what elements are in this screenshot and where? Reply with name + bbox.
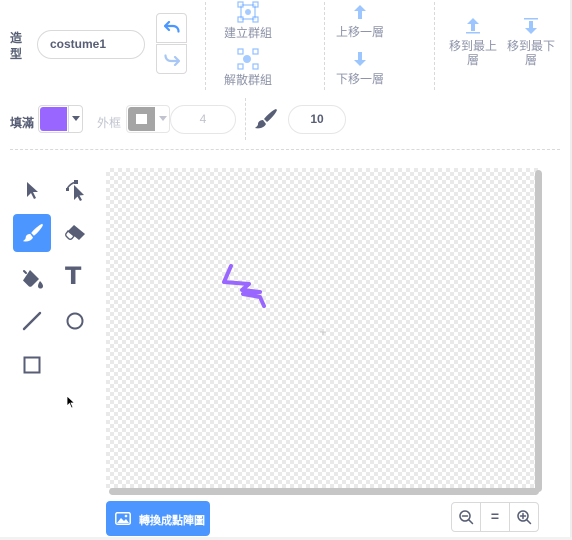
backward-button[interactable]: 下移一層: [330, 49, 390, 86]
paint-bucket-icon: [23, 270, 43, 289]
horizontal-scrollbar[interactable]: [109, 488, 539, 495]
costume-name-label: 造型: [10, 31, 23, 61]
ungroup-button[interactable]: 解散群組: [220, 48, 276, 87]
brush-tool[interactable]: [13, 214, 51, 252]
eraser-tool[interactable]: [56, 214, 94, 252]
text-tool[interactable]: T: [56, 258, 94, 296]
zoom-in-button[interactable]: [510, 503, 538, 531]
convert-label: 轉換成點陣圖: [139, 515, 205, 527]
outline-width-input[interactable]: 4: [170, 105, 236, 134]
zoom-out-icon: [459, 510, 474, 525]
back-label: 移到最下層: [506, 39, 555, 67]
toolbar-divider: [434, 2, 435, 90]
toolbar-divider: [324, 2, 325, 90]
toolbar-divider: [245, 98, 246, 140]
backward-label: 下移一層: [335, 72, 384, 86]
canvas-drawing: [222, 264, 326, 335]
zoom-in-icon: [517, 510, 532, 525]
outline-color-picker[interactable]: [126, 105, 170, 133]
text-icon: T: [65, 262, 82, 290]
back-button[interactable]: 移到最下層: [506, 16, 556, 67]
line-tool[interactable]: [13, 302, 51, 340]
fill-color-swatch: [40, 107, 67, 131]
outline-inner: [136, 114, 147, 124]
rectangle-icon: [23, 356, 41, 374]
zoom-out-button[interactable]: [452, 503, 481, 531]
select-arrow-icon: [27, 182, 38, 199]
swatch-divider: [68, 106, 69, 132]
image-icon: [115, 512, 131, 525]
outline-color-swatch: [128, 107, 155, 131]
section-divider: [10, 149, 560, 150]
vertical-scrollbar[interactable]: [535, 170, 542, 492]
forward-label: 上移一層: [335, 25, 384, 39]
drawing-canvas[interactable]: [106, 168, 539, 491]
circle-icon: [66, 312, 84, 330]
brush-icon: [23, 223, 43, 242]
circle-tool[interactable]: [56, 302, 94, 340]
line-icon: [22, 311, 42, 331]
costume-name-input[interactable]: costume1: [37, 30, 145, 59]
group-label: 建立群組: [223, 26, 272, 40]
reshape-icon: [66, 180, 84, 201]
ungroup-label: 解散群組: [223, 73, 272, 87]
zoom-controls: =: [451, 502, 539, 532]
fill-color-picker[interactable]: [38, 105, 83, 133]
fill-tool[interactable]: [13, 258, 51, 296]
send-to-back-icon: [524, 18, 538, 34]
brush-size-input[interactable]: 10: [288, 105, 346, 134]
chevron-down-icon: [72, 116, 80, 121]
eraser-icon: [65, 225, 85, 240]
undo-button[interactable]: [156, 13, 187, 43]
outline-label: 外框: [97, 116, 122, 130]
reshape-tool[interactable]: [56, 171, 94, 209]
chevron-down-icon: [159, 116, 167, 121]
group-button[interactable]: 建立群組: [220, 1, 276, 40]
undo-icon: [164, 21, 180, 33]
redo-icon: [164, 54, 180, 66]
fill-label: 填滿: [10, 116, 35, 130]
arrow-down-icon: [354, 52, 366, 66]
select-tool[interactable]: [13, 171, 51, 209]
brush-size-icon: [255, 109, 277, 129]
group-icon: [237, 1, 259, 23]
canvas-center-crosshair: [320, 329, 326, 335]
forward-button[interactable]: 上移一層: [330, 2, 390, 39]
redo-button[interactable]: [156, 44, 187, 74]
ungroup-icon: [237, 48, 259, 70]
mouse-cursor-icon: [66, 395, 76, 409]
purple-brush-stroke: [222, 264, 266, 308]
rectangle-tool[interactable]: [13, 346, 51, 384]
front-label: 移到最上層: [448, 39, 497, 67]
zoom-reset-button[interactable]: =: [481, 503, 510, 531]
arrow-up-icon: [354, 5, 366, 19]
bring-to-front-icon: [466, 18, 480, 34]
convert-to-bitmap-button[interactable]: 轉換成點陣圖: [106, 501, 210, 536]
front-button[interactable]: 移到最上層: [448, 16, 498, 67]
toolbar-divider: [205, 2, 206, 90]
zoom-reset-label: =: [490, 508, 500, 525]
